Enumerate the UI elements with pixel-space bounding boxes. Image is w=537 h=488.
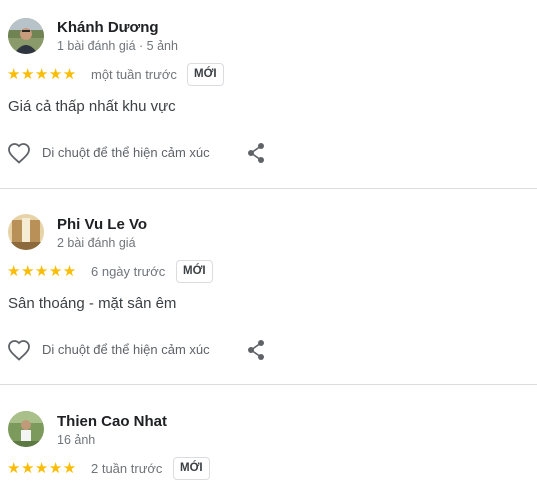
divider xyxy=(0,384,537,385)
heart-icon[interactable] xyxy=(7,142,31,164)
divider xyxy=(0,188,537,189)
review-time: 2 tuần trước xyxy=(91,461,163,476)
share-icon[interactable] xyxy=(245,142,267,164)
star-rating: ★★★★★ xyxy=(7,66,77,83)
heart-icon[interactable] xyxy=(7,339,31,361)
share-icon[interactable] xyxy=(245,339,267,361)
avatar[interactable] xyxy=(8,18,44,54)
new-badge: MỚI xyxy=(187,63,224,86)
react-hint: Di chuột để thể hiện cảm xúc xyxy=(42,145,210,160)
avatar[interactable] xyxy=(8,411,44,447)
review-text: Sân thoáng - mặt sân êm xyxy=(8,295,177,312)
reviewer-meta: 1 bài đánh giá · 5 ảnh xyxy=(57,39,178,53)
reviewer-meta: 2 bài đánh giá xyxy=(57,236,136,250)
new-badge: MỚI xyxy=(173,457,210,480)
star-rating: ★★★★★ xyxy=(7,460,77,477)
new-badge: MỚI xyxy=(176,260,213,283)
reviewer-name[interactable]: Thien Cao Nhat xyxy=(57,413,167,430)
review-time: một tuần trước xyxy=(91,67,177,82)
review-text: Giá cả thấp nhất khu vực xyxy=(8,98,176,115)
reviewer-name[interactable]: Khánh Dương xyxy=(57,19,159,36)
star-rating: ★★★★★ xyxy=(7,263,77,280)
reviewer-meta: 16 ảnh xyxy=(57,433,96,447)
react-hint: Di chuột để thể hiện cảm xúc xyxy=(42,342,210,357)
avatar[interactable] xyxy=(8,214,44,250)
reviewer-name[interactable]: Phi Vu Le Vo xyxy=(57,216,147,233)
review-time: 6 ngày trước xyxy=(91,264,166,279)
